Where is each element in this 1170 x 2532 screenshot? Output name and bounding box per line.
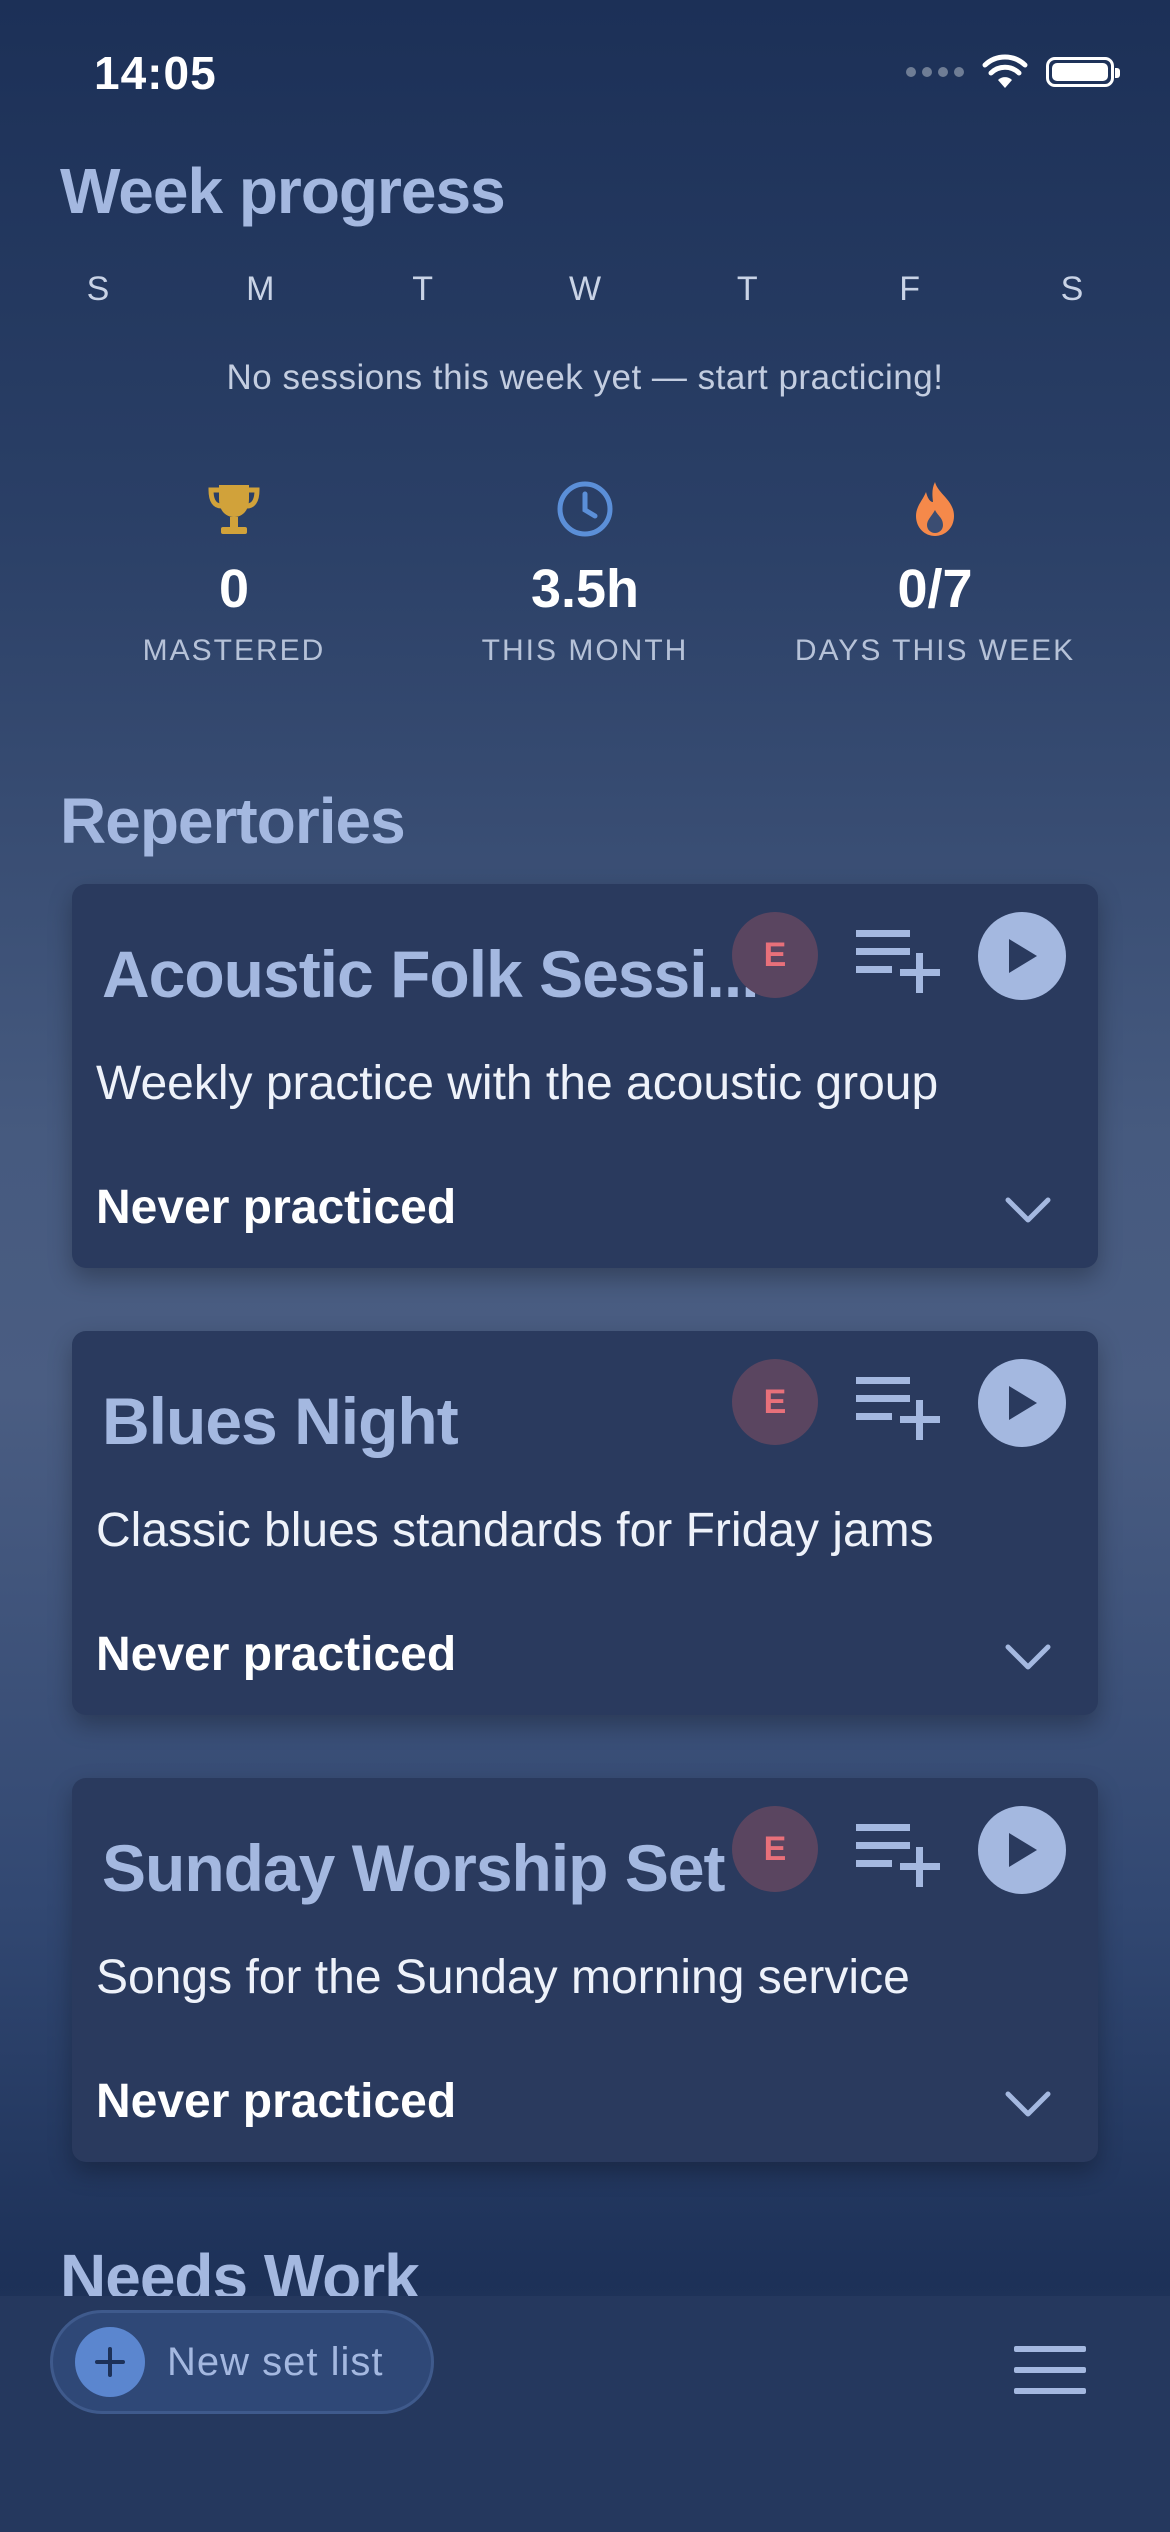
- repertory-key-badge: E: [732, 1806, 818, 1892]
- weekday-label: F: [899, 270, 921, 308]
- repertory-key-badge: E: [732, 912, 818, 998]
- plus-icon: [75, 2327, 145, 2397]
- repertory-card[interactable]: Blues Night E Classic blues standards fo…: [72, 1331, 1098, 1715]
- new-set-list-label: New set list: [167, 2339, 384, 2384]
- add-to-queue-icon[interactable]: [852, 1818, 952, 1888]
- stat-this-month: 3.5h THIS MONTH: [425, 478, 745, 668]
- repertory-status: Never practiced: [96, 1628, 457, 1681]
- repertories-title: Repertories: [60, 785, 406, 857]
- stat-mastered: 0 MASTERED: [74, 478, 394, 668]
- weekday-row: S M T W T F S: [68, 270, 1102, 309]
- stat-value: 3.5h: [530, 559, 640, 619]
- stat-label: MASTERED: [142, 634, 326, 667]
- stat-label: THIS MONTH: [481, 634, 689, 667]
- play-icon: [1009, 939, 1037, 973]
- weekday-label: T: [736, 270, 758, 308]
- cellular-signal-icon: [906, 67, 964, 77]
- repertory-description: Classic blues standards for Friday jams: [96, 1504, 934, 1557]
- repertory-card[interactable]: Acoustic Folk Sessi... E Weekly practice…: [72, 884, 1098, 1268]
- add-to-queue-icon[interactable]: [852, 924, 952, 994]
- weekday-label: W: [568, 270, 602, 308]
- repertory-title[interactable]: Sunday Worship Set: [102, 1830, 726, 1906]
- chevron-down-icon[interactable]: [1002, 2078, 1054, 2130]
- chevron-down-icon[interactable]: [1002, 1184, 1054, 1236]
- repertory-status: Never practiced: [96, 2075, 457, 2128]
- chevron-down-icon[interactable]: [1002, 1631, 1054, 1683]
- repertory-description: Weekly practice with the acoustic group: [96, 1057, 939, 1110]
- repertory-status: Never practiced: [96, 1181, 457, 1234]
- add-to-queue-icon[interactable]: [852, 1371, 952, 1441]
- weekday-label: S: [86, 270, 110, 308]
- play-icon: [1009, 1833, 1037, 1867]
- repertory-card[interactable]: Sunday Worship Set E Songs for the Sunda…: [72, 1778, 1098, 2162]
- stat-days-this-week: 0/7 DAYS THIS WEEK: [775, 478, 1095, 668]
- status-icons: [906, 54, 1120, 90]
- new-set-list-button[interactable]: New set list: [50, 2310, 434, 2414]
- play-button[interactable]: [978, 1359, 1066, 1447]
- repertory-title[interactable]: Acoustic Folk Sessi...: [102, 936, 760, 1012]
- status-time: 14:05: [94, 47, 217, 99]
- week-progress-title: Week progress: [60, 155, 506, 227]
- weekday-label: T: [412, 270, 434, 308]
- play-button[interactable]: [978, 912, 1066, 1000]
- stat-value: 0/7: [897, 559, 973, 619]
- weekday-label: M: [246, 270, 275, 308]
- battery-icon: [1046, 57, 1120, 87]
- play-icon: [1009, 1386, 1037, 1420]
- clock-icon: [557, 481, 613, 537]
- stat-value: 0: [218, 559, 250, 619]
- flame-icon: [916, 482, 954, 536]
- weekday-label: S: [1060, 270, 1084, 308]
- repertory-title[interactable]: Blues Night: [102, 1383, 459, 1459]
- wifi-icon: [982, 54, 1028, 88]
- trophy-icon: [208, 485, 260, 534]
- stat-label: DAYS THIS WEEK: [794, 634, 1076, 667]
- play-button[interactable]: [978, 1806, 1066, 1894]
- menu-icon[interactable]: [1010, 2340, 1090, 2400]
- week-empty-message: No sessions this week yet — start practi…: [226, 358, 944, 397]
- repertory-description: Songs for the Sunday morning service: [96, 1951, 910, 2004]
- repertory-key-badge: E: [732, 1359, 818, 1445]
